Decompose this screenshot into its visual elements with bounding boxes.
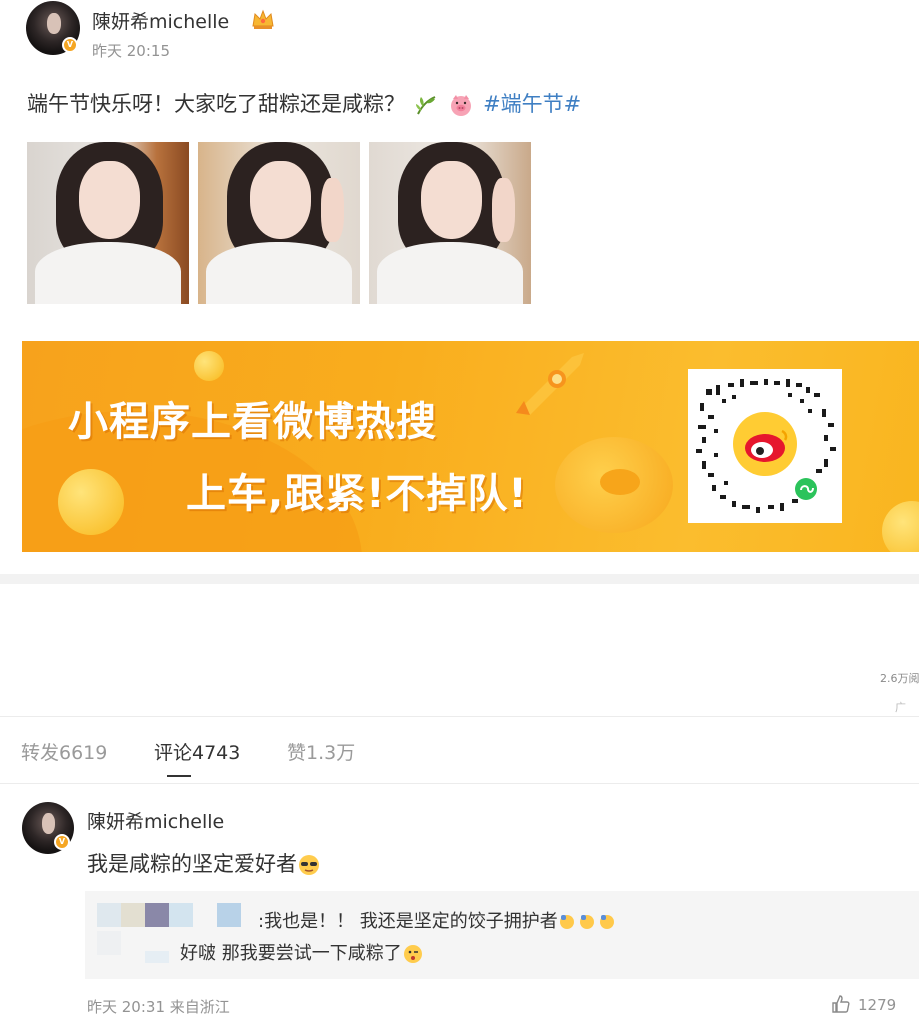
section-divider: [0, 574, 919, 584]
post-image-2[interactable]: [198, 142, 360, 304]
pig-emoji-icon: [451, 95, 472, 116]
post-image-3[interactable]: [369, 142, 531, 304]
tab-reposts[interactable]: 转发6619: [21, 738, 107, 765]
author-name[interactable]: 陳妍希michelle: [92, 7, 229, 34]
post-header: V 陳妍希michelle 昨天 20:15: [0, 0, 919, 80]
blurred-username-mosaic: [217, 903, 241, 927]
cheer-emoji-icon: [559, 915, 614, 929]
blurred-username-mosaic: [145, 903, 169, 927]
reply-1: :我也是！！ 我还是坚定的饺子拥护者: [258, 907, 618, 933]
blurred-username-mosaic: [97, 931, 121, 955]
hashtag-link[interactable]: #端午节#: [483, 92, 581, 116]
reply-1-text: :我也是！！ 我还是坚定的饺子拥护者: [258, 911, 558, 932]
blurred-username-mosaic: [145, 951, 169, 963]
bamboo-leaf-icon: [415, 96, 436, 115]
reply-2-text: 好啵 那我要尝试一下咸粽了: [180, 943, 402, 964]
verified-badge-icon: V: [62, 37, 78, 53]
post-text: 端午节快乐呀！大家吃了甜粽还是咸粽？ #端午节#: [27, 88, 581, 118]
blurred-username-mosaic: [97, 903, 121, 927]
blurred-username-mosaic: [169, 903, 193, 927]
commenter-name[interactable]: 陳妍希michelle: [87, 807, 224, 834]
reply-thread: [85, 891, 919, 979]
post-time[interactable]: 昨天 20:15: [92, 40, 170, 61]
read-count: 2.6万阅: [880, 672, 919, 685]
qr-pattern-icon: [696, 379, 836, 513]
banner-headline: 小程序上看微博热搜: [68, 399, 437, 445]
rocket-icon: [516, 353, 584, 415]
active-tab-indicator: [167, 775, 191, 777]
banner-subline: 上车,跟紧!不掉队!: [186, 471, 528, 517]
crown-icon: [252, 9, 274, 29]
tabs-bottom-border: [0, 783, 919, 784]
reply-2: 好啵 那我要尝试一下咸粽了: [180, 939, 424, 965]
post-image-1[interactable]: [27, 142, 189, 304]
qr-code[interactable]: [688, 369, 842, 523]
thumbs-up-icon: [832, 995, 850, 1013]
tab-comments[interactable]: 评论4743: [154, 738, 240, 765]
like-count: 1279: [858, 996, 897, 1014]
sunglasses-emoji-icon: [299, 855, 319, 875]
comment-meta: 昨天 20:31 来自浙江: [87, 998, 230, 1016]
comment-text: 我是咸粽的坚定爱好者: [87, 848, 321, 878]
post-body: 端午节快乐呀！大家吃了甜粽还是咸粽？: [27, 92, 405, 116]
commenter-verified-icon: V: [54, 834, 70, 850]
blurred-username-mosaic: [121, 903, 145, 927]
comment-body: 我是咸粽的坚定爱好者: [87, 852, 297, 876]
wink-emoji-icon: [403, 945, 422, 963]
tab-likes[interactable]: 赞1.3万: [287, 738, 355, 765]
tabs-top-border: [0, 716, 919, 717]
mini-program-banner[interactable]: 小程序上看微博热搜 上车,跟紧!不掉队!: [22, 341, 919, 552]
ad-label: 广: [895, 701, 906, 714]
